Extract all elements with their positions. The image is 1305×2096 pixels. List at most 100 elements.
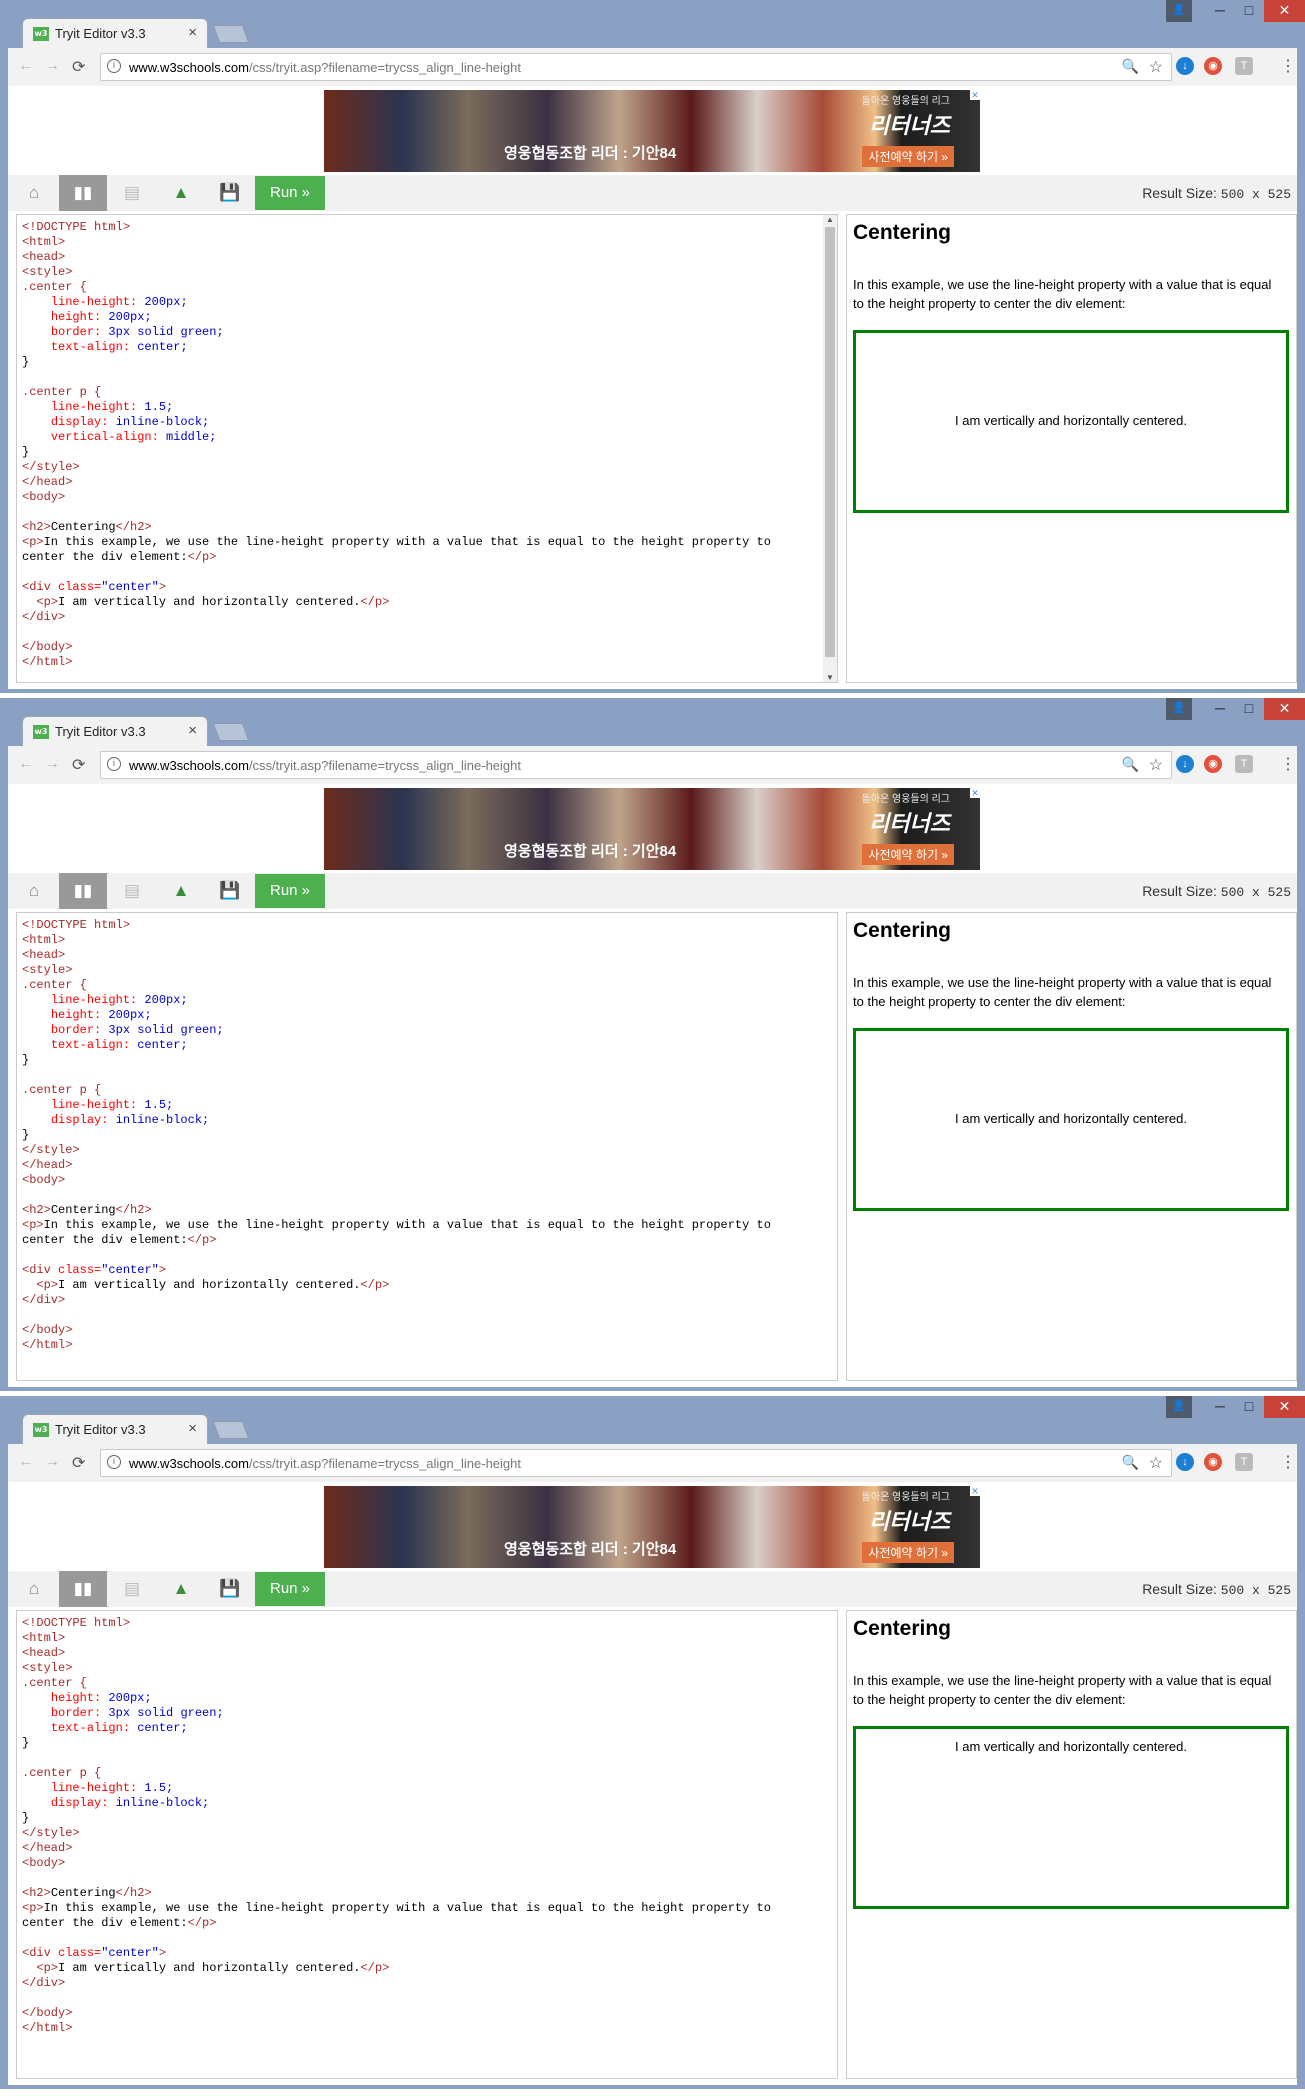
zoom-icon[interactable]: 🔍 — [1122, 756, 1139, 773]
download-icon[interactable]: ↓ — [1176, 755, 1194, 773]
browser-tab[interactable]: w3 Tryit Editor v3.3 × — [22, 18, 208, 48]
minimize-button[interactable]: ─ — [1205, 698, 1235, 720]
translate-icon[interactable]: T — [1235, 57, 1253, 75]
back-icon[interactable]: ← — [18, 755, 34, 773]
split-view-icon[interactable]: ▮▮ — [59, 873, 107, 909]
scrollbar-thumb[interactable] — [825, 227, 835, 657]
result-heading: Centering — [853, 919, 952, 942]
browser-menu-icon[interactable]: ⋮ — [1280, 56, 1296, 76]
user-profile-icon[interactable]: 👤 — [1166, 0, 1192, 22]
ad-close-icon[interactable]: ✕ — [970, 788, 980, 798]
close-window-button[interactable]: ✕ — [1264, 698, 1305, 720]
google-drive-icon[interactable]: ▲ — [157, 175, 205, 211]
split-view-icon[interactable]: ▮▮ — [59, 175, 107, 211]
split-view-icon[interactable]: ▮▮ — [59, 1571, 107, 1607]
maximize-button[interactable]: □ — [1234, 1396, 1264, 1418]
zoom-icon[interactable]: 🔍 — [1122, 58, 1139, 75]
browser-menu-icon[interactable]: ⋮ — [1280, 1452, 1296, 1472]
tab-close-icon[interactable]: × — [188, 24, 197, 41]
translate-icon[interactable]: T — [1235, 1453, 1253, 1471]
reload-icon[interactable]: ⟳ — [72, 1453, 85, 1473]
home-icon[interactable]: ⌂ — [10, 1571, 58, 1607]
translate-icon[interactable]: T — [1235, 755, 1253, 773]
run-button[interactable]: Run » — [255, 874, 325, 908]
new-tab-button[interactable] — [212, 723, 250, 741]
advertisement-banner[interactable]: 돌아온 영웅들의 리그 영웅협동조합 리더 : 기안84 리터너즈 사전예약 하… — [324, 90, 980, 172]
editor-scrollbar[interactable]: ▲ ▼ — [823, 215, 837, 682]
info-icon[interactable]: i — [107, 1455, 121, 1469]
extension-icon[interactable]: ◉ — [1204, 1453, 1222, 1471]
tryit-toolbar: ⌂ ▮▮ ▤ ▲ 💾 Run » Result Size: 500 x 525 — [8, 175, 1297, 211]
tab-close-icon[interactable]: × — [188, 722, 197, 739]
advertisement-banner[interactable]: 돌아온 영웅들의 리그 영웅협동조합 리더 : 기안84 리터너즈 사전예약 하… — [324, 1486, 980, 1568]
browser-tab[interactable]: w3 Tryit Editor v3.3 × — [22, 1414, 208, 1444]
ad-cta[interactable]: 사전예약 하기 » — [862, 146, 954, 167]
download-icon[interactable]: ↓ — [1176, 57, 1194, 75]
back-icon[interactable]: ← — [18, 1453, 34, 1471]
code-text[interactable]: <!DOCTYPE html> <html> <head> <style> .c… — [22, 1616, 771, 2036]
browser-menu-icon[interactable]: ⋮ — [1280, 754, 1296, 774]
browser-window-3: w3 Tryit Editor v3.3 × 👤 ─ □ ✕ ← → ⟳ i w… — [0, 1396, 1305, 2089]
forward-icon[interactable]: → — [44, 57, 60, 75]
url-text[interactable]: www.w3schools.com/css/tryit.asp?filename… — [129, 60, 521, 75]
google-drive-icon[interactable]: ▲ — [157, 1571, 205, 1607]
close-window-button[interactable]: ✕ — [1264, 1396, 1305, 1418]
row-view-icon[interactable]: ▤ — [108, 873, 156, 909]
extension-icon[interactable]: ◉ — [1204, 57, 1222, 75]
forward-icon[interactable]: → — [44, 755, 60, 773]
advertisement-banner[interactable]: 돌아온 영웅들의 리그 영웅협동조합 리더 : 기안84 리터너즈 사전예약 하… — [324, 788, 980, 870]
title-bar: w3 Tryit Editor v3.3 × 👤 ─ □ ✕ — [0, 698, 1305, 746]
ad-close-icon[interactable]: ✕ — [970, 1486, 980, 1496]
download-icon[interactable]: ↓ — [1176, 1453, 1194, 1471]
info-icon[interactable]: i — [107, 59, 121, 73]
scroll-up-icon[interactable]: ▲ — [826, 215, 834, 224]
ad-close-icon[interactable]: ✕ — [970, 90, 980, 100]
save-icon[interactable]: 💾 — [206, 175, 254, 211]
code-text[interactable]: <!DOCTYPE html> <html> <head> <style> .c… — [22, 918, 771, 1353]
forward-icon[interactable]: → — [44, 1453, 60, 1471]
address-bar[interactable]: i www.w3schools.com/css/tryit.asp?filena… — [100, 53, 1172, 81]
code-editor[interactable]: <!DOCTYPE html> <html> <head> <style> .c… — [16, 214, 838, 683]
extension-icon[interactable]: ◉ — [1204, 755, 1222, 773]
save-icon[interactable]: 💾 — [206, 1571, 254, 1607]
row-view-icon[interactable]: ▤ — [108, 175, 156, 211]
run-button[interactable]: Run » — [255, 176, 325, 210]
code-editor[interactable]: <!DOCTYPE html> <html> <head> <style> .c… — [16, 912, 838, 1381]
ad-cta[interactable]: 사전예약 하기 » — [862, 1542, 954, 1563]
run-button[interactable]: Run » — [255, 1572, 325, 1606]
scroll-down-icon[interactable]: ▼ — [826, 673, 834, 682]
ad-cta[interactable]: 사전예약 하기 » — [862, 844, 954, 865]
google-drive-icon[interactable]: ▲ — [157, 873, 205, 909]
home-icon[interactable]: ⌂ — [10, 175, 58, 211]
url-text[interactable]: www.w3schools.com/css/tryit.asp?filename… — [129, 758, 521, 773]
address-bar[interactable]: i www.w3schools.com/css/tryit.asp?filena… — [100, 1449, 1172, 1477]
zoom-icon[interactable]: 🔍 — [1122, 1454, 1139, 1471]
tab-close-icon[interactable]: × — [188, 1420, 197, 1437]
back-icon[interactable]: ← — [18, 57, 34, 75]
row-view-icon[interactable]: ▤ — [108, 1571, 156, 1607]
browser-window-2: w3 Tryit Editor v3.3 × 👤 ─ □ ✕ ← → ⟳ i w… — [0, 698, 1305, 1391]
user-profile-icon[interactable]: 👤 — [1166, 1396, 1192, 1418]
new-tab-button[interactable] — [212, 1421, 250, 1439]
new-tab-button[interactable] — [212, 25, 250, 43]
code-text[interactable]: <!DOCTYPE html> <html> <head> <style> .c… — [22, 220, 771, 670]
maximize-button[interactable]: □ — [1234, 0, 1264, 22]
bookmark-star-icon[interactable]: ☆ — [1149, 57, 1163, 77]
maximize-button[interactable]: □ — [1234, 698, 1264, 720]
user-profile-icon[interactable]: 👤 — [1166, 698, 1192, 720]
bookmark-star-icon[interactable]: ☆ — [1149, 755, 1163, 775]
minimize-button[interactable]: ─ — [1205, 0, 1235, 22]
url-text[interactable]: www.w3schools.com/css/tryit.asp?filename… — [129, 1456, 521, 1471]
browser-tab[interactable]: w3 Tryit Editor v3.3 × — [22, 716, 208, 746]
minimize-button[interactable]: ─ — [1205, 1396, 1235, 1418]
address-bar[interactable]: i www.w3schools.com/css/tryit.asp?filena… — [100, 751, 1172, 779]
save-icon[interactable]: 💾 — [206, 873, 254, 909]
close-window-button[interactable]: ✕ — [1264, 0, 1305, 22]
ad-brand: 리터너즈 — [869, 113, 950, 138]
reload-icon[interactable]: ⟳ — [72, 755, 85, 775]
reload-icon[interactable]: ⟳ — [72, 57, 85, 77]
bookmark-star-icon[interactable]: ☆ — [1149, 1453, 1163, 1473]
info-icon[interactable]: i — [107, 757, 121, 771]
home-icon[interactable]: ⌂ — [10, 873, 58, 909]
code-editor[interactable]: <!DOCTYPE html> <html> <head> <style> .c… — [16, 1610, 838, 2079]
